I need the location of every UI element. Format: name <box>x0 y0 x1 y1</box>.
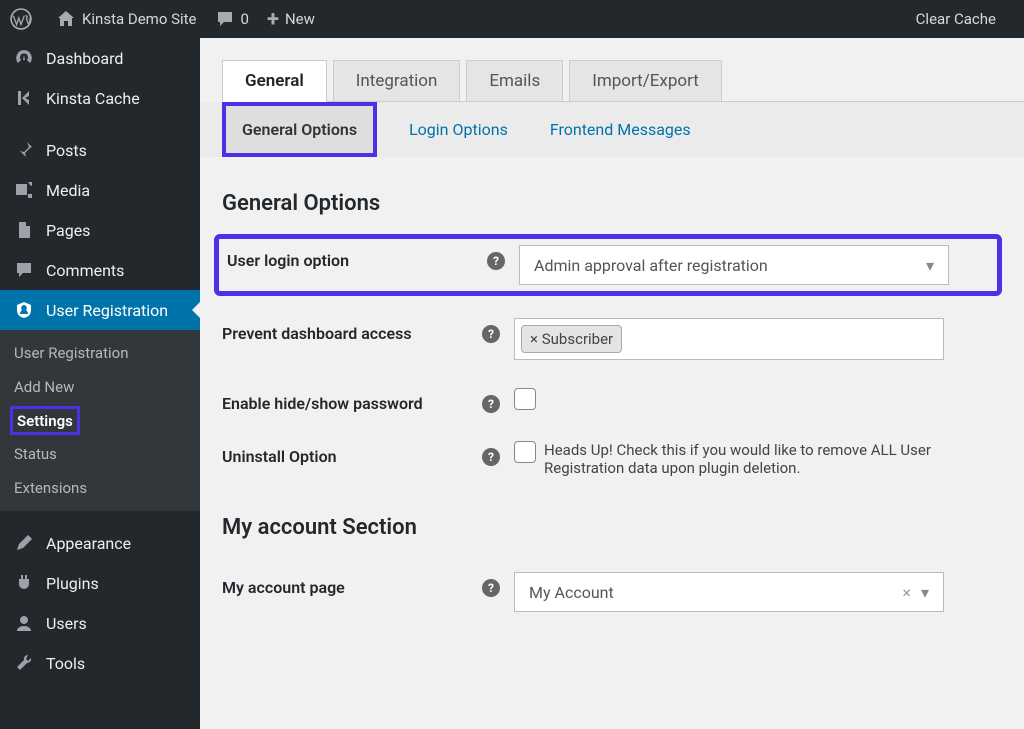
menu-label: Appearance <box>46 534 131 553</box>
comments-link[interactable]: 0 <box>215 9 249 29</box>
dashboard-icon <box>12 48 36 68</box>
media-icon <box>12 180 36 200</box>
plugins-icon <box>12 573 36 593</box>
clear-icon[interactable]: × <box>902 583 911 602</box>
adminbar: Kinsta Demo Site 0 + New Clear Cache <box>0 0 1024 38</box>
tagbox-prevent-dashboard[interactable]: × Subscriber <box>514 318 944 360</box>
new-link[interactable]: + New <box>267 7 315 32</box>
tab-general[interactable]: General <box>222 60 327 102</box>
tools-icon <box>12 653 36 673</box>
uninstall-description: Heads Up! Check this if you would like t… <box>544 441 1002 477</box>
select-value: My Account <box>529 583 614 602</box>
menu-posts[interactable]: Posts <box>0 130 200 170</box>
tag-subscriber[interactable]: × Subscriber <box>521 325 622 353</box>
menu-label: Pages <box>46 221 90 240</box>
appearance-icon <box>12 533 36 553</box>
help-icon[interactable]: ? <box>482 448 500 466</box>
menu-tools[interactable]: Tools <box>0 643 200 683</box>
site-name-link[interactable]: Kinsta Demo Site <box>56 9 197 29</box>
subtab-login-options[interactable]: Login Options <box>399 102 518 157</box>
new-label: New <box>285 10 315 28</box>
menu-label: Plugins <box>46 574 99 593</box>
tab-integration[interactable]: Integration <box>333 60 461 101</box>
menu-kinsta-cache[interactable]: Kinsta Cache <box>0 78 200 118</box>
submenu-settings[interactable]: Settings <box>17 410 73 432</box>
menu-label: Media <box>46 181 90 200</box>
menu-users[interactable]: Users <box>0 603 200 643</box>
menu-plugins[interactable]: Plugins <box>0 563 200 603</box>
content-area: General Integration Emails Import/Export… <box>200 38 1024 729</box>
submenu-status[interactable]: Status <box>0 437 200 471</box>
tab-import-export[interactable]: Import/Export <box>569 60 722 101</box>
clear-cache-label: Clear Cache <box>916 10 996 28</box>
wp-logo[interactable] <box>10 8 38 30</box>
pages-icon <box>12 220 36 240</box>
comment-icon <box>12 260 36 280</box>
label-hide-show-password: Enable hide/show password <box>222 388 482 413</box>
submenu-user-registration-item[interactable]: User Registration <box>0 336 200 370</box>
menu-user-registration[interactable]: User Registration <box>0 290 200 330</box>
submenu-extensions[interactable]: Extensions <box>0 471 200 505</box>
help-icon[interactable]: ? <box>482 579 500 597</box>
form-area: General Options User login option ? Admi… <box>200 157 1024 636</box>
section-title-my-account: My account Section <box>222 515 1002 540</box>
site-name-text: Kinsta Demo Site <box>82 10 197 28</box>
menu-label: Kinsta Cache <box>46 89 140 108</box>
select-value: Admin approval after registration <box>534 256 768 275</box>
menu-dashboard[interactable]: Dashboard <box>0 38 200 78</box>
admin-sidebar: Dashboard Kinsta Cache Posts Media Pages… <box>0 38 200 729</box>
menu-label: User Registration <box>46 301 168 320</box>
label-prevent-dashboard: Prevent dashboard access <box>222 318 482 343</box>
pin-icon <box>12 140 36 160</box>
user-registration-icon <box>12 300 36 320</box>
menu-label: Tools <box>46 654 85 673</box>
menu-media[interactable]: Media <box>0 170 200 210</box>
label-user-login-option: User login option <box>227 245 487 270</box>
menu-label: Posts <box>46 141 87 160</box>
help-icon[interactable]: ? <box>482 325 500 343</box>
subtab-general-options[interactable]: General Options <box>222 102 377 157</box>
highlight-user-login-option: User login option ? Admin approval after… <box>214 234 1002 296</box>
menu-pages[interactable]: Pages <box>0 210 200 250</box>
tab-emails[interactable]: Emails <box>466 60 563 101</box>
select-user-login-option[interactable]: Admin approval after registration ▾ <box>519 245 949 285</box>
menu-comments[interactable]: Comments <box>0 250 200 290</box>
help-icon[interactable]: ? <box>487 252 505 270</box>
primary-tabs: General Integration Emails Import/Export <box>222 60 1024 102</box>
caret-down-icon: ▾ <box>921 583 929 602</box>
secondary-tabs: General Options Login Options Frontend M… <box>200 102 1024 157</box>
kinsta-icon <box>12 88 36 108</box>
label-my-account-page: My account page <box>222 572 482 597</box>
users-icon <box>12 613 36 633</box>
comments-count: 0 <box>241 10 249 28</box>
select-my-account-page[interactable]: My Account × ▾ <box>514 572 944 612</box>
subtab-frontend-messages[interactable]: Frontend Messages <box>540 102 701 157</box>
menu-label: Users <box>46 614 87 633</box>
checkbox-uninstall[interactable] <box>514 441 536 463</box>
caret-down-icon: ▾ <box>926 256 934 275</box>
submenu-add-new[interactable]: Add New <box>0 370 200 404</box>
submenu-settings-wrap: Settings <box>0 404 200 437</box>
submenu-user-registration: User Registration Add New Settings Statu… <box>0 330 200 511</box>
menu-label: Comments <box>46 261 124 280</box>
label-uninstall-option: Uninstall Option <box>222 441 482 466</box>
checkbox-hide-show-password[interactable] <box>514 388 536 410</box>
section-title-general: General Options <box>222 191 1002 216</box>
help-icon[interactable]: ? <box>482 395 500 413</box>
clear-cache-link[interactable]: Clear Cache <box>916 10 996 28</box>
menu-label: Dashboard <box>46 49 123 68</box>
menu-appearance[interactable]: Appearance <box>0 523 200 563</box>
